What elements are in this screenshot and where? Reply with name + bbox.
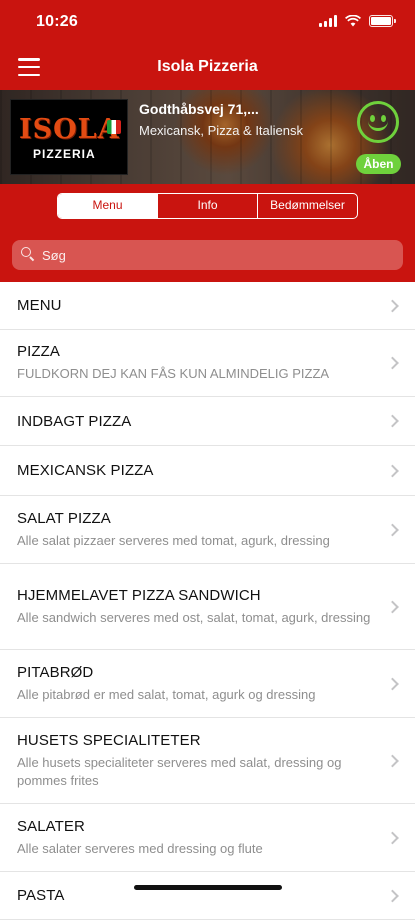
category-row-salat-pizza[interactable]: SALAT PIZZA Alle salat pizzaer serveres … (0, 496, 415, 564)
category-title: HUSETS SPECIALITETER (17, 731, 201, 749)
category-subtitle: FULDKORN DEJ KAN FÅS KUN ALMINDELIG PIZZ… (17, 366, 330, 381)
chevron-right-icon (386, 299, 399, 312)
restaurant-address: Godthåbsvej 71,... (139, 101, 259, 117)
chevron-right-icon (386, 356, 399, 370)
chevron-right-icon (386, 464, 399, 477)
section-tabs: Menu Info Bedømmelser (57, 193, 358, 219)
search-bar[interactable] (12, 240, 403, 270)
logo-subtext: PIZZERIA (33, 147, 96, 161)
tab-info[interactable]: Info (157, 194, 257, 218)
chevron-right-icon (386, 677, 399, 690)
category-row-husets-specialiteter[interactable]: HUSETS SPECIALITETER Alle husets special… (0, 718, 415, 804)
wifi-icon (345, 15, 361, 27)
category-title: SALATER (17, 817, 85, 835)
battery-icon (369, 15, 396, 27)
category-title: HJEMMELAVET PIZZA SANDWICH (17, 586, 261, 604)
category-title: PIZZA (17, 343, 61, 360)
category-title: PITABRØD (17, 663, 94, 681)
home-indicator[interactable] (134, 885, 282, 890)
page-title: Isola Pizzeria (157, 58, 258, 75)
chevron-right-icon (386, 754, 399, 767)
italian-flag-icon (107, 120, 121, 134)
category-row-indbagt-pizza[interactable]: INDBAGT PIZZA (0, 397, 415, 446)
category-subtitle: Alle salat pizzaer serveres med tomat, a… (17, 532, 330, 548)
status-time: 10:26 (36, 13, 78, 30)
category-title: MENU (17, 297, 62, 314)
search-input[interactable] (42, 240, 392, 270)
category-list: MENU PIZZA FULDKORN DEJ KAN FÅS KUN ALMI… (0, 282, 415, 920)
category-row-pitabrod[interactable]: PITABRØD Alle pitabrød er med salat, tom… (0, 650, 415, 718)
smiley-rating-icon (357, 101, 399, 143)
category-row-salater[interactable]: SALATER Alle salater serveres med dressi… (0, 804, 415, 872)
category-subtitle: Alle pitabrød er med salat, tomat, agurk… (17, 686, 316, 702)
open-status-badge: Åben (356, 154, 401, 174)
search-icon (21, 247, 35, 262)
restaurant-banner: ISOLA PIZZERIA Godthåbsvej 71,... Mexica… (0, 90, 415, 184)
logo-text: ISOLA (19, 114, 120, 145)
tab-menu[interactable]: Menu (58, 194, 157, 218)
category-row-pizza[interactable]: PIZZA FULDKORN DEJ KAN FÅS KUN ALMINDELI… (0, 330, 415, 397)
restaurant-cuisine: Mexicansk, Pizza & Italiensk (139, 123, 304, 138)
chevron-right-icon (386, 831, 399, 844)
chevron-right-icon (386, 414, 399, 428)
category-title: SALAT PIZZA (17, 509, 111, 527)
status-bar: 10:26 (0, 0, 415, 44)
category-subtitle: Alle sandwich serveres med ost, salat, t… (17, 609, 371, 625)
navigation-bar: Isola Pizzeria (0, 44, 415, 90)
category-row-mexicansk-pizza[interactable]: MEXICANSK PIZZA (0, 446, 415, 496)
category-subtitle: Alle husets specialiteter serveres med s… (17, 754, 342, 788)
cellular-signal-icon (319, 15, 337, 27)
chevron-right-icon (386, 523, 399, 536)
category-row-pasta[interactable]: PASTA (0, 872, 415, 920)
category-subtitle: Alle salater serveres med dressing og fl… (17, 840, 263, 856)
category-row-pizza-sandwich[interactable]: HJEMMELAVET PIZZA SANDWICH Alle sandwich… (0, 564, 415, 650)
tab-reviews[interactable]: Bedømmelser (257, 194, 357, 218)
category-row-menu[interactable]: MENU (0, 282, 415, 330)
status-icons (319, 15, 396, 27)
restaurant-logo: ISOLA PIZZERIA (10, 99, 128, 175)
category-title: MEXICANSK PIZZA (17, 462, 154, 479)
chevron-right-icon (386, 600, 399, 613)
category-title: INDBAGT PIZZA (17, 412, 132, 430)
